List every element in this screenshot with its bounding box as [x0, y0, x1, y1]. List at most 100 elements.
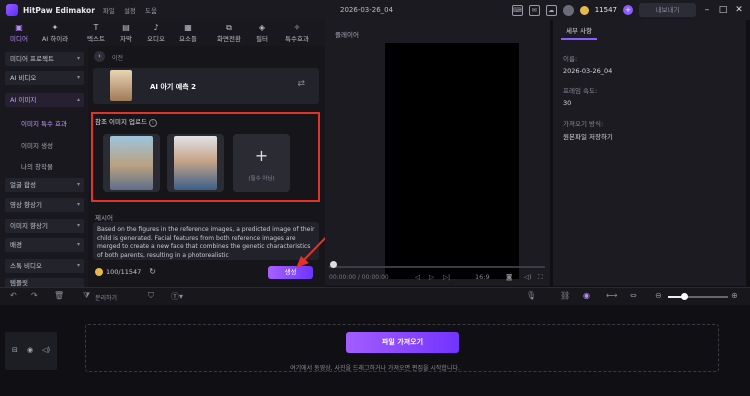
- tab-effects-label: 특수효과: [285, 35, 309, 43]
- snapshot-icon[interactable]: ◙: [506, 273, 512, 281]
- drop-hint: 여기에서 동영상, 사진을 드래그하거나 가져오면 편집을 시작합니다.: [290, 365, 460, 372]
- tab-audio[interactable]: ♪ 오디오: [141, 22, 171, 44]
- sidebar-item-image-enhancer[interactable]: 이미지 향상기 ▾: [5, 219, 84, 233]
- volume-icon[interactable]: ◁): [524, 273, 532, 281]
- back-arrow-icon[interactable]: ‹: [94, 51, 105, 62]
- fullscreen-icon[interactable]: ⛶: [538, 273, 543, 282]
- text-tool-icon[interactable]: Ⓣ▾: [171, 291, 183, 302]
- tab-subtitle[interactable]: ▤ 자막: [111, 22, 141, 44]
- fps-value: 30: [563, 99, 572, 107]
- redo-icon[interactable]: ↷: [31, 291, 38, 300]
- optional-note: (필수 아님): [248, 176, 275, 182]
- chevron-down-icon: ▾: [76, 241, 80, 248]
- next-frame-icon[interactable]: ▷|: [443, 273, 450, 281]
- tab-ai[interactable]: ✦ AI 하이라: [40, 22, 70, 44]
- playhead-handle[interactable]: [330, 261, 337, 268]
- track-visibility-icon[interactable]: ◉: [27, 346, 33, 354]
- prev-frame-icon[interactable]: ◁: [415, 273, 420, 281]
- snap-icon[interactable]: ⇔: [630, 291, 637, 300]
- import-files-button[interactable]: 파일 가져오기: [346, 332, 459, 353]
- minimize-icon[interactable]: –: [702, 5, 712, 15]
- tab-subtitle-label: 자막: [120, 35, 132, 43]
- reference-image-slot-1[interactable]: [103, 134, 160, 192]
- sidebar-item-face-swap[interactable]: 얼굴 합성 ▾: [5, 178, 84, 192]
- text-icon: T: [93, 23, 99, 32]
- export-button[interactable]: 내보내기: [639, 3, 696, 17]
- feedback-icon[interactable]: ✉: [528, 4, 540, 16]
- app-name: HitPaw Edimakor: [23, 5, 95, 15]
- avatar[interactable]: [562, 4, 574, 16]
- microphone-icon[interactable]: 🎙: [526, 291, 536, 300]
- generate-button[interactable]: 생성: [268, 266, 313, 279]
- effects-icon: ✧: [293, 23, 301, 32]
- delete-icon[interactable]: 🗑: [54, 291, 64, 300]
- sidebar-item-label: AI 이미지: [10, 96, 37, 104]
- buy-credits-icon[interactable]: +: [623, 5, 633, 15]
- playback-track[interactable]: [329, 266, 545, 268]
- sidebar-item-ai-image[interactable]: AI 이미지 ▴: [5, 93, 84, 107]
- sidebar-item-background[interactable]: 배경 ▾: [5, 238, 84, 252]
- preview-viewport[interactable]: [385, 43, 519, 279]
- zoom-in-icon[interactable]: ⊕: [731, 291, 738, 300]
- split-label[interactable]: 분리하기: [95, 293, 117, 302]
- close-icon[interactable]: ✕: [734, 5, 744, 15]
- menu-settings[interactable]: 설정: [124, 7, 136, 15]
- zoom-out-icon[interactable]: ⊖: [655, 291, 662, 300]
- document-title: 2026-03-26_04: [340, 6, 394, 14]
- effect-thumbnail: [110, 70, 132, 101]
- effect-card[interactable]: AI 아기 예측 2 ⇄: [93, 68, 319, 104]
- tab-transition-label: 화면전환: [217, 35, 241, 43]
- tab-details[interactable]: 세부 사항: [561, 24, 597, 40]
- fit-icon[interactable]: ⟷: [606, 291, 617, 300]
- menu-bar: 파일 설정 도움: [103, 5, 164, 15]
- aspect-ratio[interactable]: 16:9: [475, 273, 490, 281]
- refresh-icon[interactable]: ↻: [149, 267, 156, 276]
- tab-audio-label: 오디오: [147, 35, 165, 43]
- sidebar-item-ai-video[interactable]: AI 비디오 ▾: [5, 71, 84, 85]
- tab-ai-label: AI 하이라: [41, 35, 69, 43]
- sidebar-item-label: 스톡 비디오: [10, 262, 42, 270]
- tab-effects[interactable]: ✧ 특수효과: [279, 22, 315, 44]
- sidebar-sub-image-generation[interactable]: 이미지 생성: [21, 140, 53, 150]
- sidebar-sub-my-creations[interactable]: 나의 창작물: [21, 161, 53, 171]
- tab-text[interactable]: T 텍스트: [81, 22, 111, 44]
- tab-text-label: 텍스트: [87, 35, 105, 43]
- prompt-label: 제시어: [95, 214, 113, 222]
- reference-image-slot-2[interactable]: [167, 134, 224, 192]
- breadcrumb[interactable]: 이전: [112, 53, 123, 62]
- sidebar-sub-image-effects[interactable]: 이미지 특수 효과: [21, 118, 67, 128]
- menu-help[interactable]: 도움: [145, 7, 157, 15]
- prompt-textarea[interactable]: Based on the figures in the reference im…: [93, 222, 319, 260]
- sidebar-item-video-enhancer[interactable]: 영상 향상기 ▾: [5, 198, 84, 212]
- zoom-slider-handle[interactable]: [681, 293, 688, 300]
- shield-icon[interactable]: ⛉: [148, 291, 154, 301]
- maximize-icon[interactable]: □: [718, 5, 728, 15]
- tab-elements[interactable]: ▦ 요소들: [173, 22, 203, 44]
- elements-icon: ▦: [184, 23, 192, 32]
- swap-icon[interactable]: ⇄: [297, 79, 305, 89]
- cloud-icon[interactable]: ☁: [545, 4, 557, 16]
- chevron-up-icon: ▴: [76, 96, 80, 103]
- magnet-icon[interactable]: ◉: [583, 291, 590, 300]
- play-icon[interactable]: ▷: [429, 273, 434, 281]
- main-toolbar: ▣ 미디어 ✦ AI 하이라 T 텍스트 ▤ 자막 ♪ 오디오 ▦ 요소들 ⧉ 화면전환 ◈ 필…: [0, 20, 325, 46]
- sidebar-item-label: 영상 향상기: [10, 201, 42, 209]
- track-lock-icon[interactable]: ⊟: [12, 346, 18, 354]
- tab-transition[interactable]: ⧉ 화면전환: [211, 22, 247, 44]
- shortcut-icon[interactable]: ⌨: [511, 4, 523, 16]
- sidebar-item-label: 배경: [10, 241, 22, 249]
- sidebar-item-media-project[interactable]: 미디어 프로젝트 ▾: [5, 52, 84, 66]
- reference-photo-2: [174, 136, 217, 190]
- undo-icon[interactable]: ↶: [10, 291, 17, 300]
- chevron-down-icon: ▾: [76, 201, 80, 208]
- add-image-slot[interactable]: + (필수 아님): [233, 134, 290, 192]
- media-icon: ▣: [15, 23, 23, 32]
- menu-file[interactable]: 파일: [103, 7, 115, 15]
- tab-media[interactable]: ▣ 미디어: [4, 22, 34, 44]
- track-mute-icon[interactable]: ◁): [42, 346, 50, 354]
- split-icon[interactable]: ⧩: [83, 291, 90, 301]
- sidebar-item-stock-video[interactable]: 스톡 비디오 ▾: [5, 259, 84, 273]
- link-icon[interactable]: ⛓: [560, 291, 570, 300]
- filter-icon: ◈: [258, 23, 266, 32]
- tab-filter[interactable]: ◈ 필터: [247, 22, 277, 44]
